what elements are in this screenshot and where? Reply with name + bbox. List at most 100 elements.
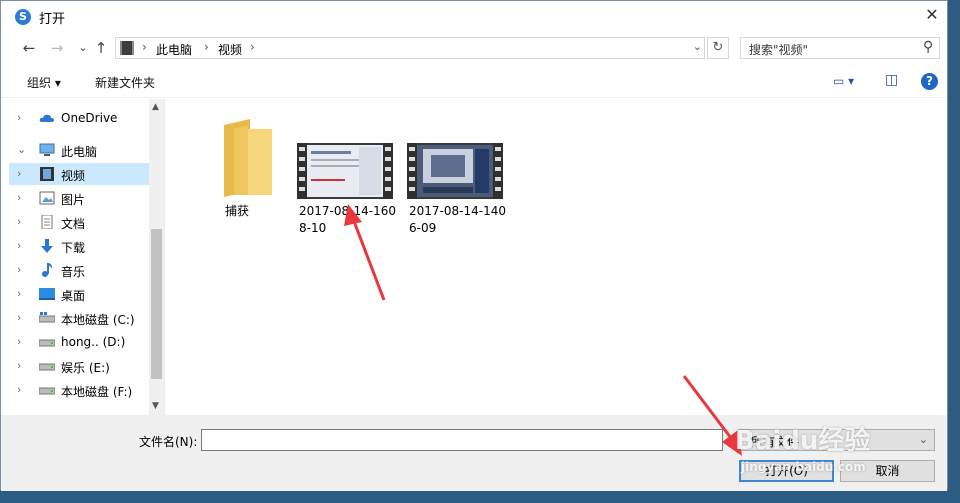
chevron-right-icon[interactable]: › [17, 167, 21, 180]
sidebar-item-label: 文档 [61, 217, 86, 231]
sidebar-item-label: 桌面 [61, 289, 86, 303]
sidebar-item-label: 本地磁盘 (F:) [61, 385, 133, 399]
video-frame [417, 145, 493, 197]
sidebar-item-label: 此电脑 [61, 145, 98, 159]
back-button[interactable]: ← [19, 37, 39, 59]
video-file-item[interactable]: 2017-08-14-1406-09 [405, 99, 506, 235]
sidebar-item-drive-f[interactable]: › 本地磁盘 (F:) [9, 379, 149, 401]
chevron-right-icon[interactable]: › [17, 239, 21, 252]
video-file-item[interactable]: 2017-08-14-1608-10 [295, 99, 396, 235]
help-icon[interactable]: ? [921, 73, 938, 90]
sidebar-item-label: 音乐 [61, 265, 86, 279]
video-frame [307, 145, 383, 197]
documents-icon [41, 215, 53, 229]
forward-button[interactable]: → [47, 37, 67, 59]
drive-icon [39, 312, 55, 323]
title-bar: S 打开 ✕ [1, 1, 947, 32]
view-options-icon[interactable]: ▭ ▾ [833, 74, 854, 88]
sidebar-item-music[interactable]: › 音乐 [9, 259, 149, 281]
sidebar-item-label: 娱乐 (E:) [61, 361, 110, 375]
file-name: 捕获 [224, 204, 249, 218]
chevron-right-icon[interactable]: › [17, 311, 21, 324]
open-button[interactable]: 打开(O) [739, 460, 834, 482]
up-button[interactable]: ↑ [91, 37, 111, 59]
film-strip [493, 143, 503, 199]
open-file-dialog: S 打开 ✕ ← → ⌄ ↑ › 此电脑 › 视频 › ⌄ ↻ 搜索"视频" ⚲… [0, 0, 948, 491]
filename-label: 文件名(N): [139, 435, 198, 449]
scrollbar-thumb[interactable] [151, 229, 162, 379]
sidebar-item-drive-e[interactable]: › 娱乐 (E:) [9, 355, 149, 377]
drive-icon [39, 339, 55, 347]
chevron-right-icon[interactable]: › [17, 263, 21, 276]
breadcrumb-this-pc[interactable]: 此电脑 [156, 41, 192, 58]
sidebar-item-this-pc[interactable]: ⌄ 此电脑 [9, 139, 149, 161]
chevron-right-icon[interactable]: › [17, 287, 21, 300]
sidebar-item-onedrive[interactable]: › OneDrive [9, 107, 149, 129]
folder-item[interactable]: 捕获 [187, 99, 287, 219]
address-bar[interactable]: › 此电脑 › 视频 › ⌄ [115, 37, 705, 59]
sidebar-item-label: 本地磁盘 (C:) [61, 313, 135, 327]
refresh-button[interactable]: ↻ [707, 37, 729, 59]
file-list: 捕获 2017-08-14-1608-10 2017-08-14-1406-09 [167, 99, 947, 415]
chevron-right-icon[interactable]: › [17, 335, 21, 348]
new-folder-button[interactable]: 新建文件夹 [95, 74, 155, 91]
organize-menu[interactable]: 组织 ▾ [27, 74, 61, 91]
sidebar-item-videos[interactable]: › 视频 [9, 163, 149, 185]
sidebar-item-label: 下载 [61, 241, 86, 255]
scroll-up-icon[interactable]: ▲ [152, 102, 159, 112]
filename-input[interactable]: ⌄ [201, 429, 911, 451]
cancel-button[interactable]: 取消 [840, 460, 935, 482]
scroll-down-icon[interactable]: ▼ [152, 401, 159, 411]
chevron-right-icon[interactable]: › [17, 383, 21, 396]
video-folder-icon [120, 41, 134, 55]
navigation-bar: ← → ⌄ ↑ › 此电脑 › 视频 › ⌄ ↻ 搜索"视频" ⚲ [1, 33, 947, 63]
filetype-select[interactable]: 所有文件 ⌄ [738, 429, 935, 451]
sidebar-item-pictures[interactable]: › 图片 [9, 187, 149, 209]
window-title: 打开 [39, 12, 66, 27]
sidebar-item-label: 图片 [61, 193, 86, 207]
chevron-right-icon[interactable]: › [17, 359, 21, 372]
app-logo-icon: S [15, 9, 31, 25]
navigation-scrollbar[interactable]: ▲ ▼ [149, 99, 164, 415]
sidebar-item-label: OneDrive [61, 111, 118, 125]
file-name: 2017-08-14-1608-10 [299, 204, 396, 235]
sidebar-item-downloads[interactable]: › 下载 [9, 235, 149, 257]
breadcrumb-videos[interactable]: 视频 [218, 41, 242, 58]
sidebar-item-label: hong.. (D:) [61, 335, 126, 349]
recent-locations-button[interactable]: ⌄ [73, 37, 93, 59]
pictures-icon [39, 191, 55, 205]
close-button[interactable]: ✕ [917, 1, 947, 29]
video-thumbnail [407, 143, 503, 199]
film-strip [407, 143, 417, 199]
search-input[interactable]: 搜索"视频" ⚲ [740, 37, 940, 59]
computer-icon [39, 143, 55, 156]
sidebar-item-documents[interactable]: › 文档 [9, 211, 149, 233]
chevron-right-icon[interactable]: › [17, 191, 21, 204]
chevron-down-icon: ⌄ [918, 433, 928, 446]
preview-pane-icon[interactable]: ◫ [885, 72, 898, 88]
sidebar-item-drive-d[interactable]: › hong.. (D:) [9, 331, 149, 353]
chevron-right-icon[interactable]: › [17, 215, 21, 228]
film-strip [383, 143, 393, 199]
breadcrumb-chevron-icon: › [204, 40, 209, 54]
dialog-footer: 文件名(N): ⌄ 所有文件 ⌄ 打开(O) 取消 [1, 415, 947, 491]
chevron-down-icon[interactable]: ⌄ [17, 143, 26, 156]
chevron-right-icon[interactable]: › [17, 111, 21, 124]
folder-icon [224, 119, 272, 197]
sidebar-item-label: 视频 [61, 169, 86, 183]
sidebar-item-desktop[interactable]: › 桌面 [9, 283, 149, 305]
address-dropdown-icon[interactable]: ⌄ [693, 40, 702, 53]
sidebar-item-drive-c[interactable]: › 本地磁盘 (C:) [9, 307, 149, 329]
search-placeholder: 搜索"视频" [749, 43, 809, 57]
breadcrumb-chevron-icon: › [142, 40, 147, 54]
music-icon [42, 263, 53, 277]
breadcrumb-chevron-icon: › [250, 40, 255, 54]
filetype-value: 所有文件 [751, 435, 800, 449]
cloud-icon [39, 114, 54, 122]
video-folder-icon [40, 167, 54, 181]
film-strip [297, 143, 307, 199]
video-thumbnail [297, 143, 393, 199]
desktop-icon [39, 288, 55, 300]
downloads-icon [41, 239, 53, 253]
search-icon[interactable]: ⚲ [923, 39, 933, 55]
